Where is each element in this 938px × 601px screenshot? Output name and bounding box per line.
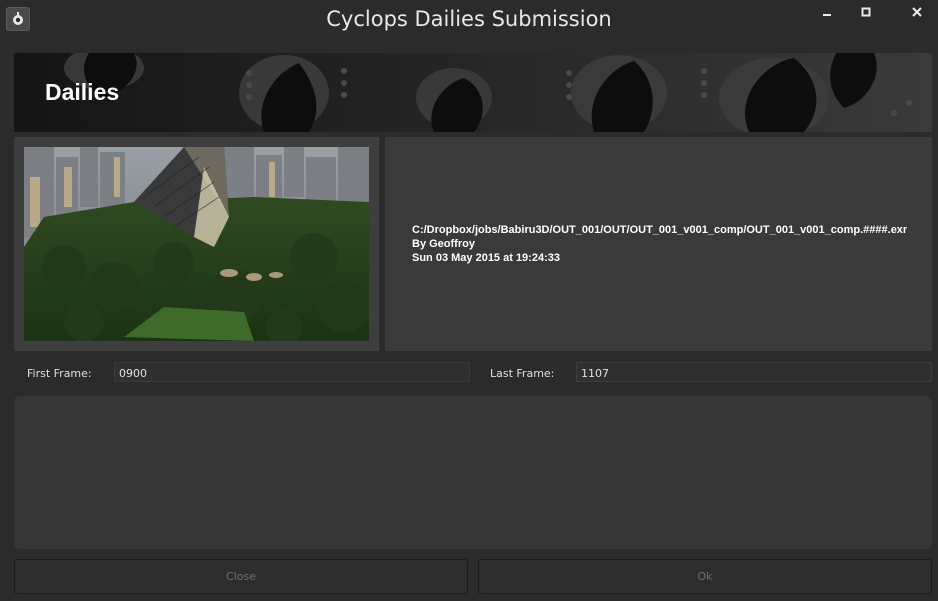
first-frame-label: First Frame: [27,367,92,380]
title-bar: Cyclops Dailies Submission [0,0,938,42]
comments-textarea[interactable] [14,396,932,549]
maximize-button[interactable] [853,2,879,22]
last-frame-label: Last Frame: [490,367,555,380]
close-icon [912,7,922,17]
file-path: C:/Dropbox/jobs/Babiru3D/OUT_001/OUT/OUT… [412,224,908,236]
banner-title: Dailies [45,79,120,105]
maximize-icon [861,7,871,17]
header-banner: Dailies [14,53,932,132]
ok-button[interactable]: Ok [478,559,932,594]
author: By Geoffroy [412,238,475,250]
submission-info-panel: C:/Dropbox/jobs/Babiru3D/OUT_001/OUT/OUT… [385,137,932,351]
close-window-button[interactable] [904,2,930,22]
thumbnail-panel [14,137,379,351]
window-title: Cyclops Dailies Submission [326,7,612,31]
last-frame-field[interactable]: 1107 [576,362,932,382]
close-button[interactable]: Close [14,559,468,594]
date: Sun 03 May 2015 at 19:24:33 [412,252,560,264]
damask-pattern [14,53,932,132]
minimize-button[interactable] [814,2,840,22]
aerial-city-park-thumbnail [24,147,369,341]
minimize-icon [823,14,831,16]
first-frame-field[interactable]: 0900 [114,362,470,382]
submission-info: C:/Dropbox/jobs/Babiru3D/OUT_001/OUT/OUT… [412,223,907,265]
